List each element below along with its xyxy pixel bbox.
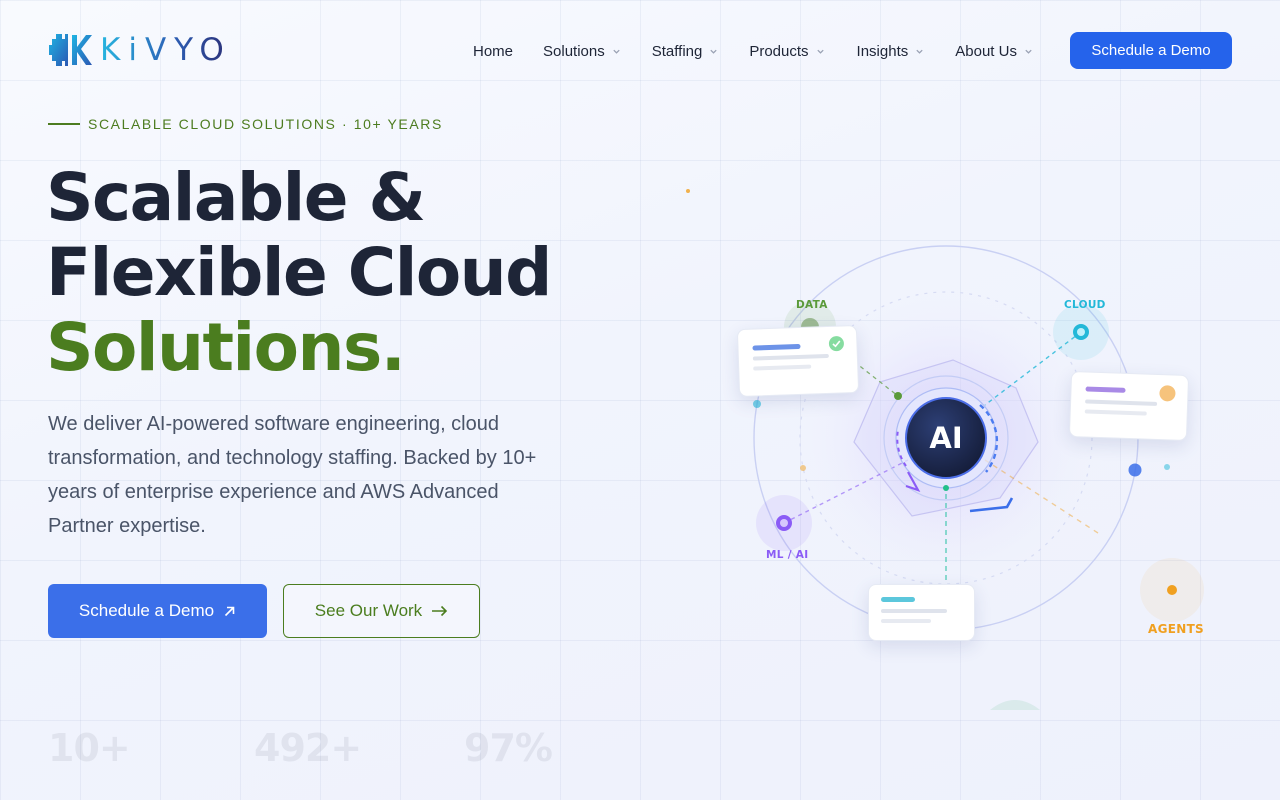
chevron-down-icon [816,49,824,54]
particle [800,465,806,471]
hero-schedule-demo-button[interactable]: Schedule a Demo [48,584,267,638]
gear-logo-icon [49,34,92,66]
cloud-node-core [1077,328,1085,336]
card-line [752,353,829,361]
nav-item-products[interactable]: Products [749,43,824,60]
chevron-down-icon [710,49,717,54]
data-node-label: DATA [796,299,828,311]
data-card [736,324,860,398]
card-line [881,619,931,623]
hero-eyebrow: SCALABLE CLOUD SOLUTIONS · 10+ YEARS [48,116,443,132]
page-title: Scalable & Flexible Cloud Solutions. [46,159,552,386]
card-line [1085,386,1126,393]
nav-item-about-us[interactable]: About Us [955,43,1033,60]
stat-value: 97% [464,726,553,770]
bottom-card [868,584,975,641]
check-circle-icon [828,336,844,352]
nav-item-label: Insights [856,42,909,60]
card-line [752,343,801,351]
arrow-right-icon [432,605,448,617]
card-line [881,609,947,613]
logo-wordmark: KiVYO [100,32,232,68]
see-our-work-button[interactable]: See Our Work [283,584,480,638]
nav-item-solutions[interactable]: Solutions [543,43,621,60]
particle [753,400,761,408]
card-line [1085,399,1158,406]
status-dot [1159,385,1176,402]
main-nav: Home Solutions Staffing Products Insight… [473,40,1033,62]
chevron-down-icon [916,49,923,54]
ai-network-illustration: DATA CLOUD ML / AI AGENTS AI [680,180,1240,720]
chevron-down-icon [1025,49,1032,54]
nav-item-label: Staffing [651,42,703,60]
hero-description: We deliver AI-powered software engineeri… [48,413,537,537]
particle [686,189,690,193]
nav-item-staffing[interactable]: Staffing [652,43,719,60]
chevron-down-icon [613,49,620,54]
nav-item-label: About Us [955,42,1017,60]
headline-line-2: Flexible Cloud [46,234,552,311]
schedule-demo-button[interactable]: Schedule a Demo [1070,32,1232,69]
button-label: Schedule a Demo [78,601,215,620]
card-line [881,597,915,602]
nav-item-insights[interactable]: Insights [857,43,925,60]
dot-green-small [943,485,949,491]
ml-node-core [780,519,788,527]
dot-green [894,392,902,400]
particle [1164,464,1170,470]
button-label: See Our Work [314,601,423,620]
site-header: KiVYO Home Solutions Staffing Products I… [0,0,1280,100]
ml-ai-node-label: ML / AI [766,549,809,561]
nav-item-label: Home [473,42,514,60]
arrow-up-right-icon [224,606,235,616]
card-line [1084,409,1147,416]
logo[interactable]: KiVYO [48,30,264,70]
agents-node-label: AGENTS [1148,622,1205,636]
nav-item-label: Solutions [543,42,605,60]
stats-row: 10+ 492+ 97% [48,726,553,770]
headline-line-3: Solutions. [46,309,406,386]
eyebrow-divider [48,123,80,125]
stat-value: 492+ [254,726,362,770]
particle [1128,463,1142,477]
nav-item-home[interactable]: Home [473,43,513,60]
agents-node [1167,585,1177,595]
stat-value: 10+ [48,726,131,770]
ai-core-label: AI [929,421,963,455]
bottom-arc [990,700,1040,710]
headline-line-1: Scalable & [46,159,426,236]
cloud-node-label: CLOUD [1064,299,1106,311]
nav-item-label: Products [749,42,809,60]
eyebrow-text: SCALABLE CLOUD SOLUTIONS · 10+ YEARS [88,116,443,132]
card-line [753,364,812,371]
cloud-card [1068,370,1190,442]
